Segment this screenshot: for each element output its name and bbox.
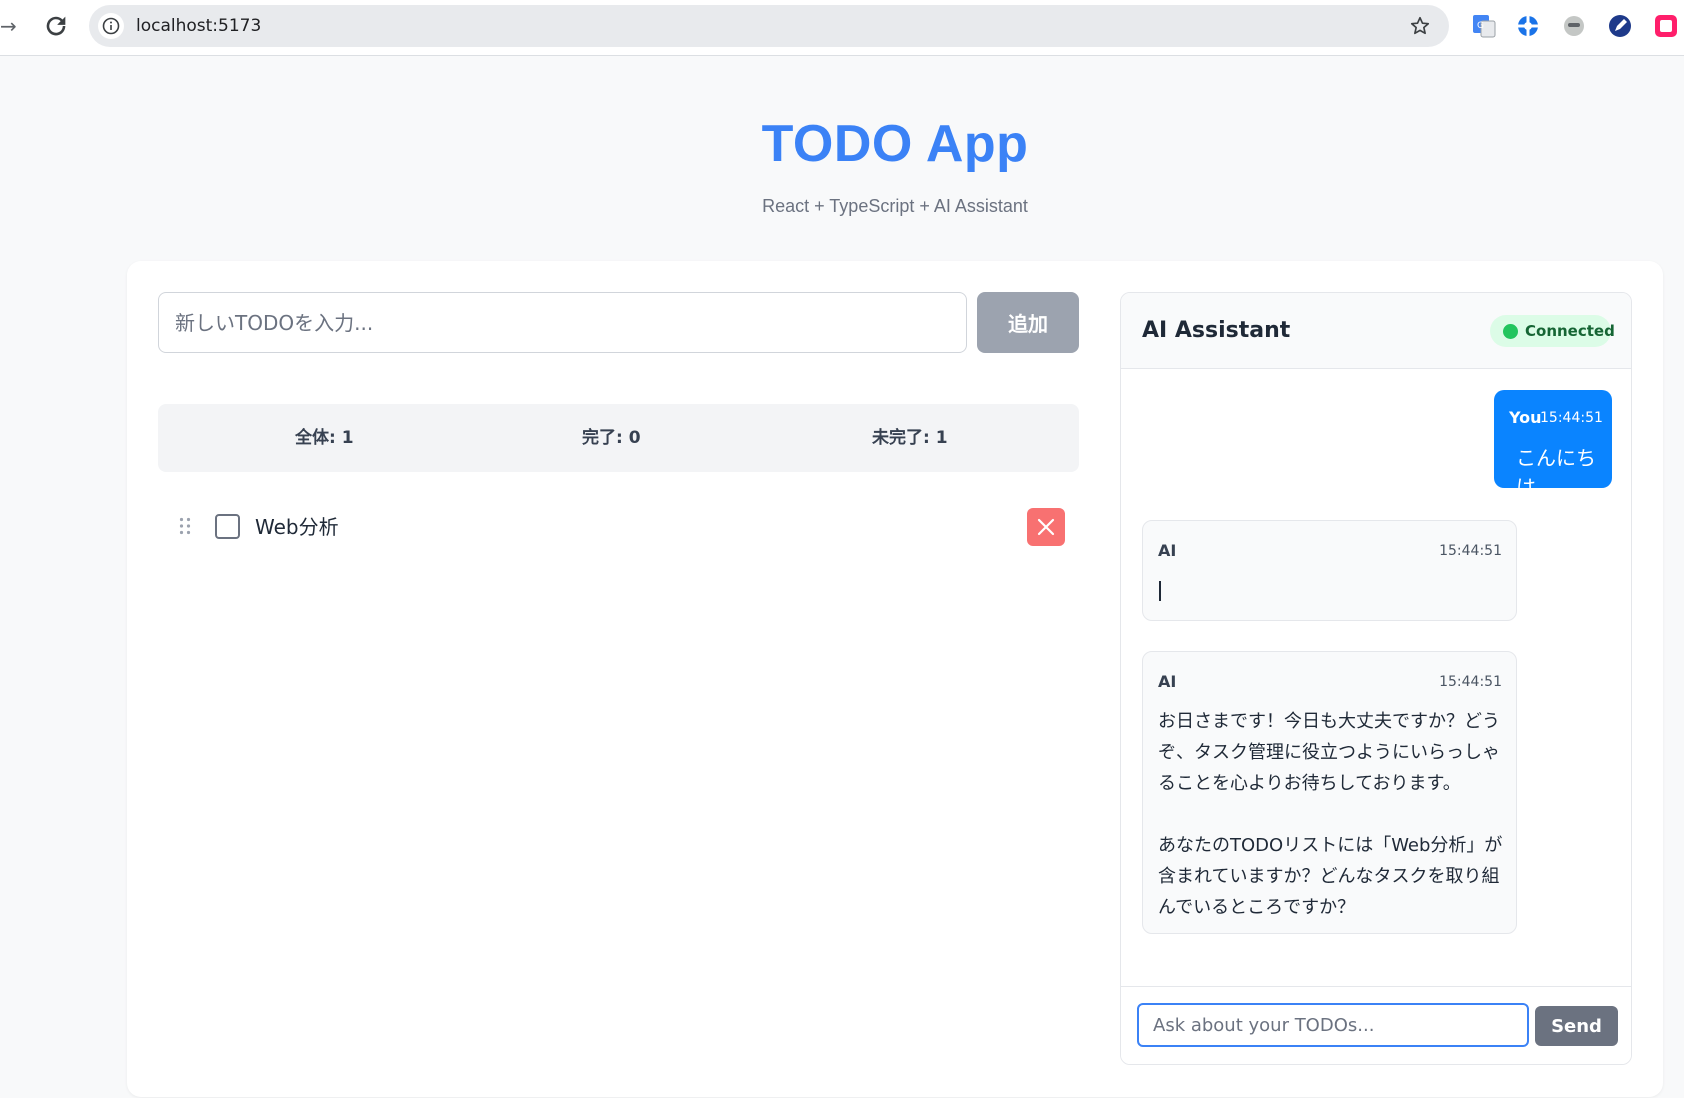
- chat-title: AI Assistant: [1142, 318, 1291, 343]
- url-text: localhost:5173: [136, 16, 262, 36]
- address-bar[interactable]: localhost:5173: [89, 5, 1449, 47]
- drag-handle-icon[interactable]: [178, 516, 192, 536]
- extension-icon[interactable]: [1515, 13, 1541, 39]
- message-text: お日さまです！今日も大丈夫ですか？どうぞ、タスク管理に役立つようにいらっしゃるこ…: [1158, 711, 1503, 918]
- message-sender: You: [1509, 408, 1542, 427]
- record-extension-icon[interactable]: [1653, 13, 1679, 39]
- user-message: You 15:44:51 こんにちは: [1494, 390, 1612, 499]
- site-info-icon[interactable]: [98, 13, 124, 39]
- message-sender: AI: [1158, 672, 1177, 691]
- message-text: こんにちは: [1516, 446, 1596, 499]
- typing-cursor: [1159, 581, 1161, 601]
- page-title: TODO App: [761, 115, 1029, 173]
- svg-text:G: G: [1477, 21, 1484, 31]
- browser-toolbar: → localhost:5173 G: [0, 0, 1684, 56]
- stat-completed: 完了: 0: [582, 428, 641, 448]
- forward-icon[interactable]: →: [0, 14, 18, 38]
- reload-icon[interactable]: [42, 12, 70, 40]
- message-time: 15:44:51: [1439, 543, 1502, 559]
- chat-input[interactable]: [1137, 1003, 1529, 1047]
- todo-checkbox[interactable]: [215, 514, 240, 539]
- close-icon: [1037, 518, 1055, 536]
- add-todo-button[interactable]: 追加: [977, 292, 1079, 353]
- chat-header: AI Assistant Connected: [1121, 293, 1631, 369]
- ai-message: AI 15:44:51: [1142, 520, 1517, 621]
- pen-extension-icon[interactable]: [1607, 13, 1633, 39]
- stat-total: 全体: 1: [295, 428, 354, 448]
- ai-chat-panel: AI Assistant Connected You 15:44:51 こんにち…: [1120, 292, 1632, 1065]
- message-time: 15:44:51: [1439, 674, 1502, 690]
- delete-todo-button[interactable]: [1027, 508, 1065, 546]
- translate-extension-icon[interactable]: G: [1471, 13, 1497, 39]
- page-subtitle: React + TypeScript + AI Assistant: [762, 196, 1028, 216]
- stats-bar: 全体: 1 完了: 0 未完了: 1: [158, 404, 1079, 472]
- status-dot-icon: [1503, 324, 1518, 339]
- message-sender: AI: [1158, 541, 1177, 560]
- send-button[interactable]: Send: [1535, 1006, 1618, 1046]
- stat-remaining: 未完了: 1: [872, 428, 948, 448]
- new-todo-input[interactable]: [158, 292, 967, 353]
- todo-text[interactable]: Web分析: [255, 512, 339, 542]
- ai-message: AI 15:44:51 お日さまです！今日も大丈夫ですか？どうぞ、タスク管理に役…: [1142, 651, 1517, 934]
- message-time: 15:44:51: [1540, 410, 1603, 426]
- avatar-extension-icon[interactable]: [1561, 13, 1587, 39]
- status-text: Connected: [1525, 322, 1615, 340]
- bookmark-star-icon[interactable]: [1409, 15, 1431, 37]
- status-badge: Connected: [1490, 315, 1615, 347]
